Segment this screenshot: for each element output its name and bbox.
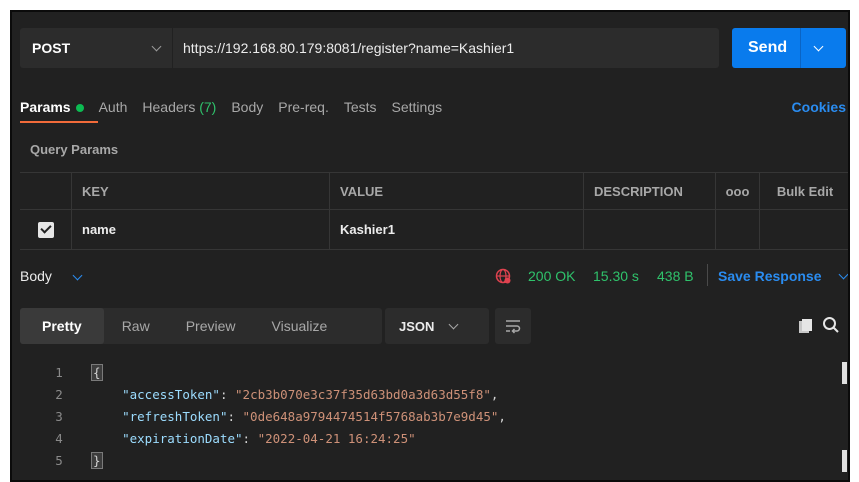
tab-prereq[interactable]: Pre-req. bbox=[278, 99, 329, 115]
param-description[interactable] bbox=[584, 210, 716, 249]
json-value: "2cb3b070e3c37f35d63bd0a3d63d55f8" bbox=[235, 387, 491, 402]
code-line: 1 { bbox=[12, 362, 848, 384]
json-key: "accessToken" bbox=[122, 387, 220, 402]
tab-visualize[interactable]: Visualize bbox=[254, 308, 346, 344]
code-line: 3 "refreshToken": "0de648a9794474514f576… bbox=[12, 406, 848, 428]
line-number: 4 bbox=[55, 431, 63, 446]
globe-icon[interactable] bbox=[495, 268, 511, 284]
send-split-divider bbox=[800, 28, 801, 68]
chevron-down-icon bbox=[448, 319, 459, 329]
query-params-label: Query Params bbox=[30, 142, 119, 157]
format-label: JSON bbox=[399, 318, 435, 334]
postman-window: POST https://192.168.80.179:8081/registe… bbox=[10, 10, 850, 482]
chevron-down-icon[interactable] bbox=[813, 41, 824, 51]
send-label: Send bbox=[748, 39, 788, 56]
open-brace: { bbox=[91, 364, 103, 381]
tab-body[interactable]: Body bbox=[231, 99, 263, 115]
query-params-table: KEY VALUE DESCRIPTION ooo Bulk Edit name… bbox=[20, 172, 848, 250]
response-view-tabs: Pretty Raw Preview Visualize bbox=[20, 308, 382, 344]
code-line: 2 "accessToken": "2cb3b070e3c37f35d63bd0… bbox=[12, 384, 848, 406]
param-checkbox[interactable] bbox=[37, 221, 54, 238]
search-icon[interactable] bbox=[822, 316, 840, 334]
row-spacer-end bbox=[760, 210, 848, 249]
green-dot-icon bbox=[75, 104, 84, 113]
method-select[interactable]: POST bbox=[20, 28, 172, 68]
request-tabs: Params Auth Headers (7) Body Pre-req. Te… bbox=[20, 99, 457, 123]
json-value: "0de648a9794474514f5768ab3b7e9d45" bbox=[242, 409, 499, 424]
table-header-row: KEY VALUE DESCRIPTION ooo Bulk Edit bbox=[20, 172, 848, 210]
tab-preview[interactable]: Preview bbox=[168, 308, 254, 344]
response-size: 438 B bbox=[657, 268, 694, 284]
json-key: "refreshToken" bbox=[122, 409, 228, 424]
line-number: 5 bbox=[55, 453, 63, 468]
tab-pretty[interactable]: Pretty bbox=[20, 308, 104, 344]
row-spacer bbox=[716, 210, 760, 249]
wrap-lines-icon bbox=[506, 320, 521, 334]
tab-auth[interactable]: Auth bbox=[99, 99, 128, 115]
chevron-down-icon[interactable] bbox=[72, 270, 83, 281]
param-value[interactable]: Kashier1 bbox=[330, 210, 584, 249]
wrap-lines-button[interactable] bbox=[495, 308, 531, 344]
bulk-edit-button[interactable]: Bulk Edit bbox=[760, 173, 848, 209]
response-time: 15.30 s bbox=[593, 268, 639, 284]
json-value: "2022-04-21 16:24:25" bbox=[257, 431, 416, 446]
copy-icon[interactable] bbox=[798, 318, 814, 334]
table-row: name Kashier1 bbox=[20, 210, 848, 250]
response-body-label[interactable]: Body bbox=[20, 268, 52, 284]
chevron-down-icon[interactable] bbox=[838, 269, 848, 280]
response-status-bar: Body 200 OK 15.30 s 438 B Save Response bbox=[12, 262, 848, 292]
response-code-viewer[interactable]: 1 { 2 "accessToken": "2cb3b070e3c37f35d6… bbox=[12, 362, 848, 472]
scroll-indicator[interactable] bbox=[842, 362, 847, 384]
url-text: https://192.168.80.179:8081/register?nam… bbox=[183, 40, 515, 56]
status-code: 200 OK bbox=[528, 268, 576, 284]
scroll-indicator[interactable] bbox=[842, 450, 847, 472]
tab-tests[interactable]: Tests bbox=[344, 99, 377, 115]
tab-settings[interactable]: Settings bbox=[392, 99, 443, 115]
code-line: 4 "expirationDate": "2022-04-21 16:24:25… bbox=[12, 428, 848, 450]
headers-count: (7) bbox=[199, 99, 217, 115]
param-key[interactable]: name bbox=[72, 210, 330, 249]
code-line: 5 } bbox=[12, 450, 848, 472]
column-value: VALUE bbox=[330, 173, 584, 209]
checkmark-icon bbox=[39, 222, 52, 234]
method-label: POST bbox=[32, 40, 71, 56]
cookies-link[interactable]: Cookies bbox=[792, 99, 846, 115]
json-key: "expirationDate" bbox=[122, 431, 243, 446]
header-check-cell bbox=[20, 173, 72, 209]
tab-params[interactable]: Params bbox=[20, 99, 98, 123]
line-number: 3 bbox=[55, 409, 63, 424]
line-number: 2 bbox=[55, 387, 63, 402]
row-checkbox-cell bbox=[20, 210, 72, 249]
tab-headers[interactable]: Headers (7) bbox=[142, 99, 216, 115]
format-select[interactable]: JSON bbox=[385, 308, 489, 344]
line-number: 1 bbox=[55, 365, 63, 380]
tab-raw[interactable]: Raw bbox=[104, 308, 168, 344]
send-button[interactable]: Send bbox=[732, 28, 846, 68]
close-brace: } bbox=[91, 452, 103, 469]
url-input[interactable]: https://192.168.80.179:8081/register?nam… bbox=[173, 28, 719, 68]
column-description: DESCRIPTION bbox=[584, 173, 716, 209]
column-key: KEY bbox=[72, 173, 330, 209]
save-response-button[interactable]: Save Response bbox=[718, 268, 822, 284]
divider bbox=[707, 264, 708, 286]
chevron-down-icon bbox=[151, 41, 162, 51]
more-options-icon[interactable]: ooo bbox=[716, 173, 760, 209]
